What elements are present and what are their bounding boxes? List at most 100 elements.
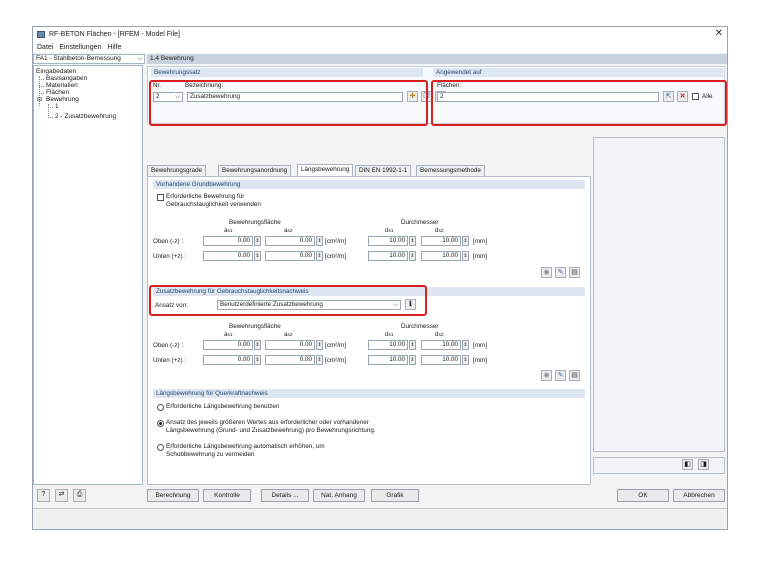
edit-icon[interactable]: ✎: [555, 267, 566, 278]
ds1-header: ds1: [385, 227, 394, 234]
unit-mm: [mm]: [473, 238, 487, 245]
berechnung-button[interactable]: Berechnung: [147, 489, 199, 502]
tab-bewehrungsanordnung[interactable]: Bewehrungsanordnung: [218, 165, 292, 176]
spin-icon[interactable]: ⇕: [462, 251, 469, 261]
navigator-pane: Eingabedaten Basisangaben Materialien Fl…: [33, 65, 143, 485]
unit-mm: [mm]: [473, 342, 487, 349]
library-icon[interactable]: ▤: [569, 267, 580, 278]
querkraft-title: Längsbewehrung für Querkraftnachweis: [153, 389, 585, 398]
gebrauch-checkbox[interactable]: [157, 194, 164, 201]
details-button[interactable]: Details ...: [261, 489, 309, 502]
tree-item-materialien[interactable]: Materialien: [46, 82, 78, 89]
tree-item-eingabedaten[interactable]: Eingabedaten: [36, 68, 76, 75]
unit-mm: [mm]: [473, 253, 487, 260]
spin-icon[interactable]: ⇕: [409, 355, 416, 365]
library-icon[interactable]: ▤: [569, 370, 580, 381]
area-header: Bewehrungsfläche: [229, 219, 281, 226]
view-icon[interactable]: ◉: [541, 370, 552, 381]
unit-area: [cm²/m]: [325, 253, 346, 260]
grund-unten-ds2[interactable]: 10.00: [421, 251, 461, 261]
grafik-button[interactable]: Grafik: [371, 489, 419, 502]
spin-icon[interactable]: ⇕: [254, 236, 261, 246]
spin-icon[interactable]: ⇕: [462, 340, 469, 350]
grund-oben-ds1[interactable]: 10.00: [368, 236, 408, 246]
spin-icon[interactable]: ⇕: [462, 236, 469, 246]
export-icon[interactable]: ⇄: [55, 489, 68, 502]
as2-header: as2: [284, 227, 293, 234]
menu-hilfe[interactable]: Hilfe: [107, 44, 121, 51]
design-case-select[interactable]: FA1 - Stahlbeton-Bemessung ⌵: [33, 54, 145, 64]
zusatz-row-unten-label: Unten (+z) :: [153, 357, 187, 364]
zusatz-unten-as1[interactable]: 0.00: [203, 355, 253, 365]
spin-icon[interactable]: ⇕: [316, 355, 323, 365]
radio-option-3[interactable]: [157, 444, 164, 451]
as1-header-2: as1: [224, 331, 233, 338]
ok-button[interactable]: OK: [617, 489, 669, 502]
menu-datei[interactable]: Datei: [37, 44, 53, 51]
grund-oben-as1[interactable]: 0.00: [203, 236, 253, 246]
grund-oben-as2[interactable]: 0.00: [265, 236, 315, 246]
zusatz-oben-ds1[interactable]: 10.00: [368, 340, 408, 350]
unit-area: [cm²/m]: [325, 357, 346, 364]
close-icon[interactable]: ✕: [715, 28, 723, 39]
ds1-header-2: ds1: [385, 331, 394, 338]
menu-einstellungen[interactable]: Einstellungen: [59, 44, 101, 51]
option-3-label-line2: Schubbewehrung zu vermeiden: [166, 451, 255, 458]
ds2-header: ds2: [435, 227, 444, 234]
collapse-icon[interactable]: ⊟: [37, 96, 42, 103]
help-icon[interactable]: ?: [37, 489, 50, 502]
spin-icon[interactable]: ⇕: [316, 236, 323, 246]
tree-item-bewehrung[interactable]: Bewehrung: [46, 96, 79, 103]
design-case-value: FA1 - Stahlbeton-Bemessung: [36, 55, 121, 62]
title-bar: RF-BETON Flächen - [RFEM - Model File] ✕: [33, 27, 727, 41]
spin-icon[interactable]: ⇕: [409, 340, 416, 350]
edit-icon[interactable]: ✎: [555, 370, 566, 381]
spin-icon[interactable]: ⇕: [254, 251, 261, 261]
option-2-label-line1: Ansatz des jeweils größeren Wertes aus e…: [166, 419, 369, 426]
grund-unten-ds1[interactable]: 10.00: [368, 251, 408, 261]
spin-icon[interactable]: ⇕: [462, 355, 469, 365]
as2-header-2: as2: [284, 331, 293, 338]
tree-item-flaechen[interactable]: Flächen: [46, 89, 69, 96]
zusatz-unten-ds2[interactable]: 10.00: [421, 355, 461, 365]
radio-option-1[interactable]: [157, 404, 164, 411]
nat-anhang-button[interactable]: Nat. Anhang: [313, 489, 365, 502]
spin-icon[interactable]: ⇕: [316, 340, 323, 350]
radio-option-2[interactable]: [157, 420, 164, 427]
view-icon[interactable]: ◉: [541, 267, 552, 278]
tab-bemessungsmethode[interactable]: Bemessungsmethode: [416, 165, 485, 176]
highlight-angewendet: [431, 80, 727, 126]
spin-icon[interactable]: ⇕: [254, 340, 261, 350]
grund-unten-as2[interactable]: 0.00: [265, 251, 315, 261]
graphic-panel: [593, 137, 725, 452]
spin-icon[interactable]: ⇕: [409, 251, 416, 261]
tab-din-en[interactable]: DIN EN 1992-1-1: [355, 165, 412, 176]
tab-content: [147, 176, 591, 485]
area-header-2: Bewehrungsfläche: [229, 323, 281, 330]
print-icon[interactable]: ⎙: [73, 489, 86, 502]
spin-icon[interactable]: ⇕: [316, 251, 323, 261]
zusatz-oben-as1[interactable]: 0.00: [203, 340, 253, 350]
grund-unten-as1[interactable]: 0.00: [203, 251, 253, 261]
zusatz-oben-ds2[interactable]: 10.00: [421, 340, 461, 350]
tab-bewehrungsgrade[interactable]: Bewehrungsgrade: [147, 165, 207, 176]
tree-item-set-1[interactable]: 1: [55, 103, 59, 110]
tree-item-basisangaben[interactable]: Basisangaben: [46, 75, 87, 82]
grund-oben-ds2[interactable]: 10.00: [421, 236, 461, 246]
kontrolle-button[interactable]: Kontrolle: [203, 489, 251, 502]
spin-icon[interactable]: ⇕: [409, 236, 416, 246]
tree-item-set-2[interactable]: 2 - Zusatzbewehrung: [55, 113, 116, 120]
zusatz-row-oben-label: Oben (-z) :: [153, 342, 184, 349]
zusatz-unten-as2[interactable]: 0.00: [265, 355, 315, 365]
grund-row-unten-label: Unten (+z) :: [153, 253, 187, 260]
spin-icon[interactable]: ⇕: [254, 355, 261, 365]
menu-bar: Datei Einstellungen Hilfe: [33, 41, 727, 53]
as1-header: as1: [224, 227, 233, 234]
graphic-info-icon[interactable]: ◧: [682, 459, 693, 470]
abbrechen-button[interactable]: Abbrechen: [673, 489, 725, 502]
tab-laengsbewehrung[interactable]: Längsbewehrung: [297, 164, 354, 176]
zusatz-oben-as2[interactable]: 0.00: [265, 340, 315, 350]
zusatz-unten-ds1[interactable]: 10.00: [368, 355, 408, 365]
highlight-zusatz: [149, 285, 427, 316]
graphic-view-icon[interactable]: ◨: [698, 459, 709, 470]
